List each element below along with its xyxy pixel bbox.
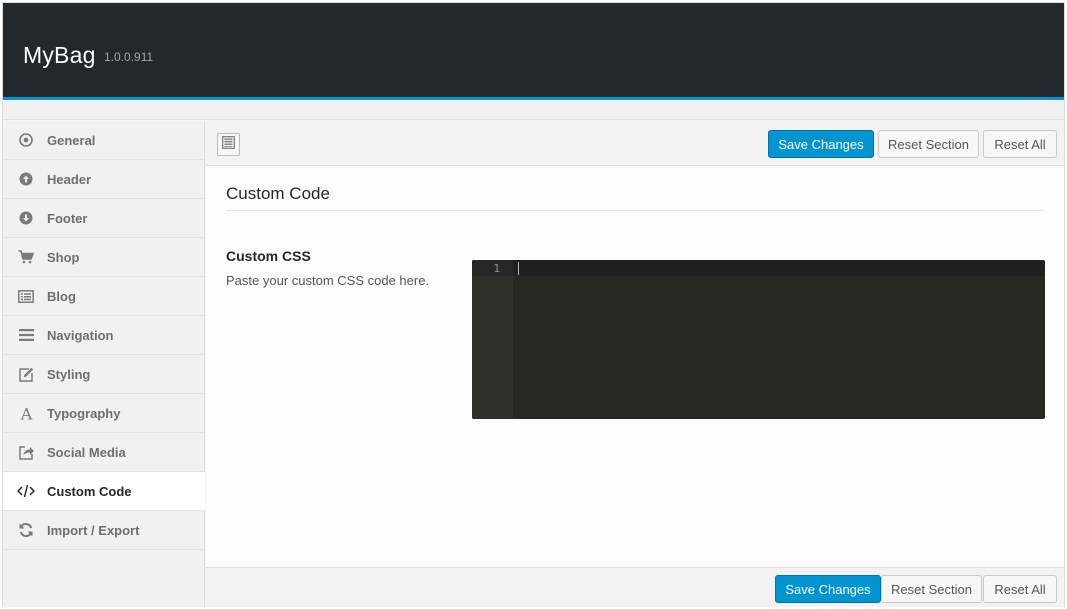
sidebar-item-footer[interactable]: Footer xyxy=(3,199,204,238)
sidebar-item-social-media[interactable]: Social Media xyxy=(3,433,204,472)
sidebar-item-import-export[interactable]: Import / Export xyxy=(3,511,204,550)
top-header: MyBag 1.0.0.911 xyxy=(3,3,1064,97)
sidebar-item-shop[interactable]: Shop xyxy=(3,238,204,277)
sidebar-item-label: Social Media xyxy=(47,444,126,460)
bottom-toolbar: Save Changes Reset Section Reset All xyxy=(206,567,1064,607)
sidebar-item-label: Shop xyxy=(47,249,80,265)
line-number: 1 xyxy=(493,262,500,275)
app-version: 1.0.0.911 xyxy=(104,50,154,64)
css-code-editor[interactable]: 1 xyxy=(472,260,1045,419)
sidebar: General Header Footer Shop Blog Navigati… xyxy=(3,121,205,607)
edit-icon xyxy=(17,365,35,383)
field-title: Custom CSS xyxy=(226,248,311,264)
sidebar-item-blog[interactable]: Blog xyxy=(3,277,204,316)
reset-all-button[interactable]: Reset All xyxy=(983,130,1057,158)
sidebar-item-typography[interactable]: A Typography xyxy=(3,394,204,433)
share-icon xyxy=(17,443,35,461)
sidebar-item-label: General xyxy=(47,132,96,148)
section-title: Custom Code xyxy=(226,184,330,203)
sidebar-item-label: Navigation xyxy=(47,327,114,343)
editor-active-line xyxy=(472,260,1045,276)
sidebar-item-custom-code[interactable]: Custom Code xyxy=(3,472,205,511)
code-icon xyxy=(17,482,35,500)
font-icon: A xyxy=(17,404,35,422)
sidebar-item-label: Import / Export xyxy=(47,522,140,538)
editor-cursor xyxy=(518,262,519,275)
list-alt-icon xyxy=(17,287,35,305)
field-description: Paste your custom CSS code here. xyxy=(226,273,430,288)
sidebar-item-label: Blog xyxy=(47,288,76,304)
arrow-up-circle-icon xyxy=(17,170,35,188)
section-divider xyxy=(226,210,1044,211)
reset-all-button[interactable]: Reset All xyxy=(983,575,1057,603)
expand-options-button[interactable] xyxy=(217,133,240,156)
target-icon xyxy=(17,131,35,149)
sidebar-item-general[interactable]: General xyxy=(3,121,204,160)
app-title: MyBag xyxy=(23,42,96,68)
reset-section-button[interactable]: Reset Section xyxy=(878,130,979,158)
sidebar-item-styling[interactable]: Styling xyxy=(3,355,204,394)
refresh-icon xyxy=(17,521,35,539)
sidebar-item-label: Header xyxy=(47,171,92,187)
expand-icon xyxy=(222,135,235,154)
save-changes-button[interactable]: Save Changes xyxy=(768,130,874,158)
top-toolbar: Save Changes Reset Section Reset All xyxy=(206,121,1064,166)
hamburger-icon xyxy=(17,326,35,344)
sidebar-item-navigation[interactable]: Navigation xyxy=(3,316,204,355)
svg-text:A: A xyxy=(19,406,32,421)
reset-section-button[interactable]: Reset Section xyxy=(881,575,982,603)
sidebar-item-header[interactable]: Header xyxy=(3,160,204,199)
arrow-down-circle-icon xyxy=(17,209,35,227)
sub-header-bar xyxy=(3,100,1064,120)
main-content: Save Changes Reset Section Reset All Cus… xyxy=(206,121,1064,607)
sidebar-item-label: Custom Code xyxy=(47,483,132,499)
save-changes-button[interactable]: Save Changes xyxy=(775,575,881,603)
cart-icon xyxy=(17,248,35,266)
editor-gutter: 1 xyxy=(472,260,513,419)
sidebar-item-label: Typography xyxy=(47,405,121,421)
options-panel: MyBag 1.0.0.911 General Header Footer Sh… xyxy=(2,2,1065,607)
sidebar-item-label: Footer xyxy=(47,210,88,226)
sidebar-item-label: Styling xyxy=(47,366,91,382)
